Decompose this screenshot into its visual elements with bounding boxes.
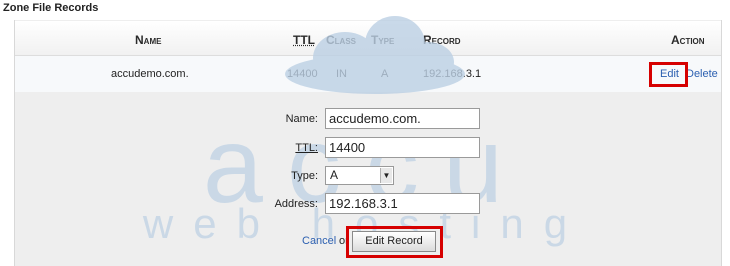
column-header-class[interactable]: Class [326,33,356,47]
type-label: Type: [291,170,318,182]
name-field[interactable]: accudemo.com. [325,108,480,129]
delete-link[interactable]: Delete [686,68,718,80]
ttl-label: TTL: [295,142,318,154]
column-header-name[interactable]: Name [135,33,161,47]
column-header-type[interactable]: Type [371,33,394,47]
table-header [15,21,721,56]
column-header-record[interactable]: Record [423,33,461,47]
chevron-down-icon[interactable]: ▼ [380,168,392,183]
column-header-ttl[interactable]: TTL [293,33,315,47]
column-header-action: Action [671,33,705,47]
cancel-link[interactable]: Cancel [302,235,336,247]
record-type-cell: A [381,68,389,80]
address-field[interactable]: 192.168.3.1 [325,193,480,214]
type-select-value: A [330,168,339,182]
edit-link-highlight [649,62,688,87]
name-label: Name: [285,113,318,125]
page-title: Zone File Records [3,2,99,14]
edit-record-highlight [346,226,443,258]
record-class-cell: IN [336,68,347,80]
record-name-cell: accudemo.com. [111,68,189,80]
record-ttl-cell: 14400 [287,68,318,80]
address-label: Address: [274,198,318,210]
ttl-field[interactable]: 14400 [325,137,480,158]
record-value-cell: 192.168.3.1 [423,68,482,80]
type-select[interactable]: A ▼ [325,166,394,185]
